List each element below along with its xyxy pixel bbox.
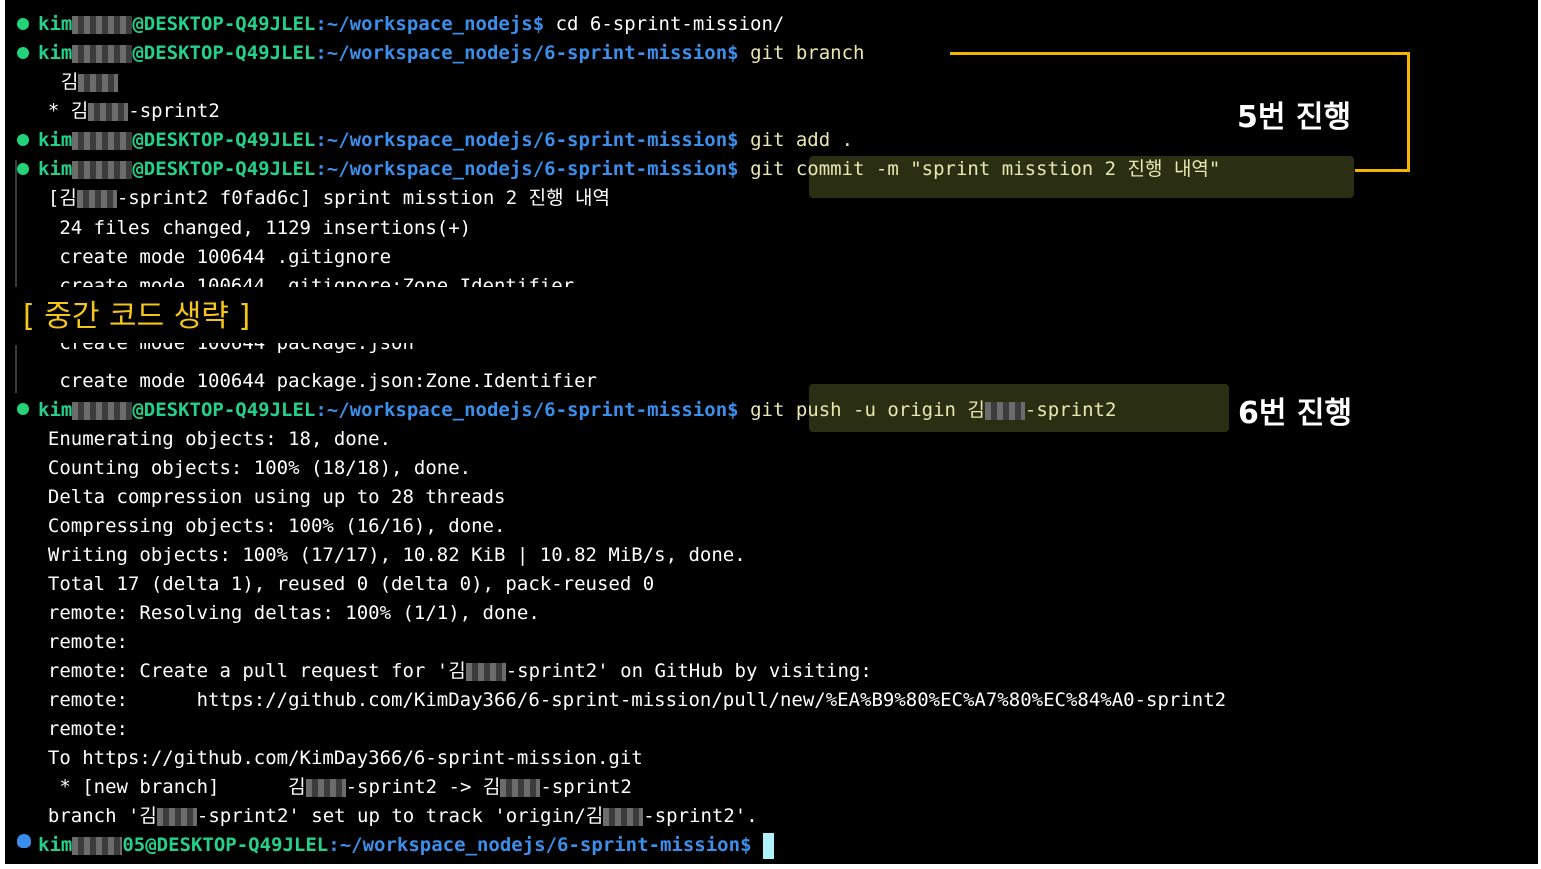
block-guide (15, 345, 17, 393)
redacted-name (88, 102, 129, 121)
remote-pr-line: remote: Create a pull request for '김 -spr… (25, 660, 872, 682)
redacted-name (984, 401, 1025, 420)
push-output-line: Counting objects: 100% (18/18), done. (25, 457, 472, 479)
redacted-username (72, 401, 133, 420)
annotation-connector (1355, 169, 1410, 172)
prompt-status-dot (17, 18, 29, 30)
terminal-cursor (762, 832, 774, 859)
terminal-line-push: kim @DESKTOP-Q49JLEL:~/workspace_nodejs/6… (38, 399, 1117, 421)
terminal-line-commit: kim @DESKTOP-Q49JLEL:~/workspace_nodejs/6… (38, 158, 1221, 180)
command-commit: git commit -m "sprint misstion 2 진행 내역" (738, 158, 1221, 180)
prompt-status-dot (17, 163, 29, 175)
redacted-name (156, 807, 197, 826)
redacted-name (76, 189, 117, 208)
commit-create-mode: create mode 100644 package.json:Zone.Ide… (25, 370, 597, 392)
prompt-user: kim (38, 42, 73, 64)
lightbulb-icon[interactable] (17, 834, 31, 848)
terminal-line-cd: kim @DESKTOP-Q49JLEL:~/workspace_nodejs$ … (38, 10, 784, 39)
push-output-line: Total 17 (delta 1), reused 0 (delta 0), … (25, 573, 655, 595)
prompt-host: @DESKTOP-Q49JLEL (132, 13, 316, 35)
push-output-line: remote: (25, 718, 128, 740)
command-branch: git branch (738, 42, 865, 64)
branch-tracking-line: branch '김 -sprint2' set up to track 'orig… (25, 805, 758, 827)
prompt-dollar: $ (727, 42, 739, 64)
new-branch-line: * [new branch] 김 -sprint2 -> 김 -sprint2 (25, 776, 632, 798)
branch-list-item-current: * 김 -sprint2 (25, 100, 220, 122)
cut-line-bottom: create mode 100644 package.json (25, 343, 414, 354)
prompt-status-dot (17, 403, 29, 415)
prompt-status-dot (17, 134, 29, 146)
prompt-dollar: $ (532, 13, 545, 35)
redacted-name (603, 807, 644, 826)
redacted-name (500, 778, 541, 797)
annotation-connector (1407, 52, 1410, 172)
prompt-user: kim (38, 13, 73, 35)
push-remote-url[interactable]: To https://github.com/KimDay366/6-sprint… (25, 744, 643, 773)
terminal-line-branch: kim @DESKTOP-Q49JLEL:~/workspace_nodejs/6… (38, 39, 864, 68)
cut-line-top: create mode 100644 .gitignore:Zone.Ident… (25, 275, 575, 288)
annotation-step6: 6번 진행 (1238, 396, 1353, 431)
block-guide (15, 160, 17, 288)
annotation-step5: 5번 진행 (1237, 100, 1352, 135)
prompt-status-dot (17, 47, 29, 59)
push-output-line: Compressing objects: 100% (16/16), done. (25, 515, 506, 537)
commit-create-mode: create mode 100644 .gitignore (25, 246, 392, 268)
push-output-line: Enumerating objects: 18, done. (25, 428, 392, 450)
commit-summary: [김 -sprint2 f0fad6c] sprint misstion 2 진행… (25, 187, 610, 209)
prompt-path: :~/workspace_nodejs (315, 13, 533, 35)
terminal-line-add: kim @DESKTOP-Q49JLEL:~/workspace_nodejs/6… (38, 129, 854, 151)
terminal-line-prompt[interactable]: kim 05@DESKTOP-Q49JLEL:~/workspace_nodejs… (38, 831, 774, 860)
push-output-line: Delta compression using up to 28 threads (25, 486, 506, 508)
command-cd: cd 6-sprint-mission/ (544, 13, 785, 35)
omitted-label: [ 중간 코드 생략 ] (23, 299, 251, 334)
prompt-path: :~/workspace_nodejs/6-sprint-mission (315, 42, 728, 64)
redacted-username (72, 131, 133, 150)
remote-pr-url[interactable]: remote: https://github.com/KimDay366/6-s… (25, 686, 1226, 715)
redacted-name (78, 73, 119, 92)
terminal-window[interactable]: kim @DESKTOP-Q49JLEL:~/workspace_nodejs$ … (5, 0, 1538, 864)
redacted-username (72, 160, 133, 179)
push-output-line: Writing objects: 100% (17/17), 10.82 KiB… (25, 544, 746, 566)
command-add: git add . (738, 129, 854, 151)
prompt-host: @DESKTOP-Q49JLEL (132, 42, 316, 64)
redacted-username (72, 15, 133, 34)
redacted-name (465, 662, 506, 681)
redacted-username (72, 44, 133, 63)
push-output-line: remote: (25, 631, 128, 653)
annotation-connector (950, 52, 1410, 55)
commit-stats: 24 files changed, 1129 insertions(+) (25, 217, 472, 239)
redacted-name (305, 778, 346, 797)
command-push: git push -u origin 김 (738, 399, 985, 421)
branch-list-item: 김 (38, 68, 119, 97)
push-output-line: remote: Resolving deltas: 100% (1/1), do… (25, 602, 540, 624)
redacted-username (72, 836, 123, 855)
